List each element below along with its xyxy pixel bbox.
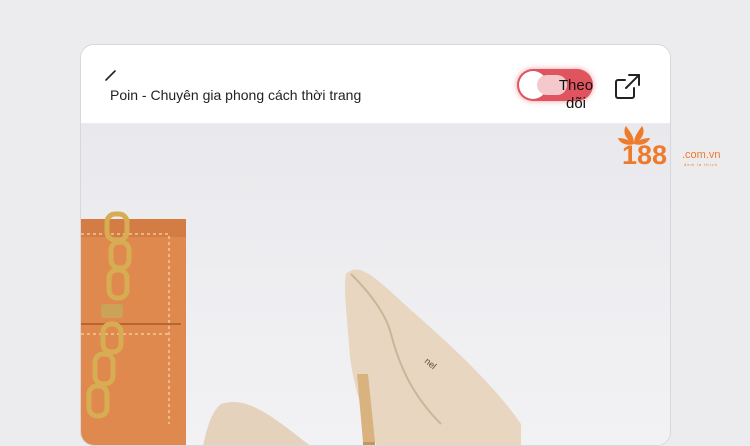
logo-domain: .com.vn [682, 149, 721, 161]
logo-tagline: đem là thích [684, 162, 718, 167]
follow-button-label[interactable]: Theo dõi [555, 77, 597, 113]
brand-logo-watermark: 188 .com.vn đem là thích [618, 126, 721, 168]
back-arrow-icon[interactable] [103, 69, 123, 89]
photo-illustration: nel [81, 211, 521, 445]
logo-number: 188 [622, 140, 667, 168]
page-title: Poin - Chuyên gia phong cách thời trang [110, 87, 362, 103]
post-header: Poin - Chuyên gia phong cách thời trang … [81, 45, 670, 124]
share-icon[interactable] [612, 71, 642, 101]
post-card: Poin - Chuyên gia phong cách thời trang … [80, 44, 671, 446]
product-photo[interactable]: nel [81, 124, 670, 445]
